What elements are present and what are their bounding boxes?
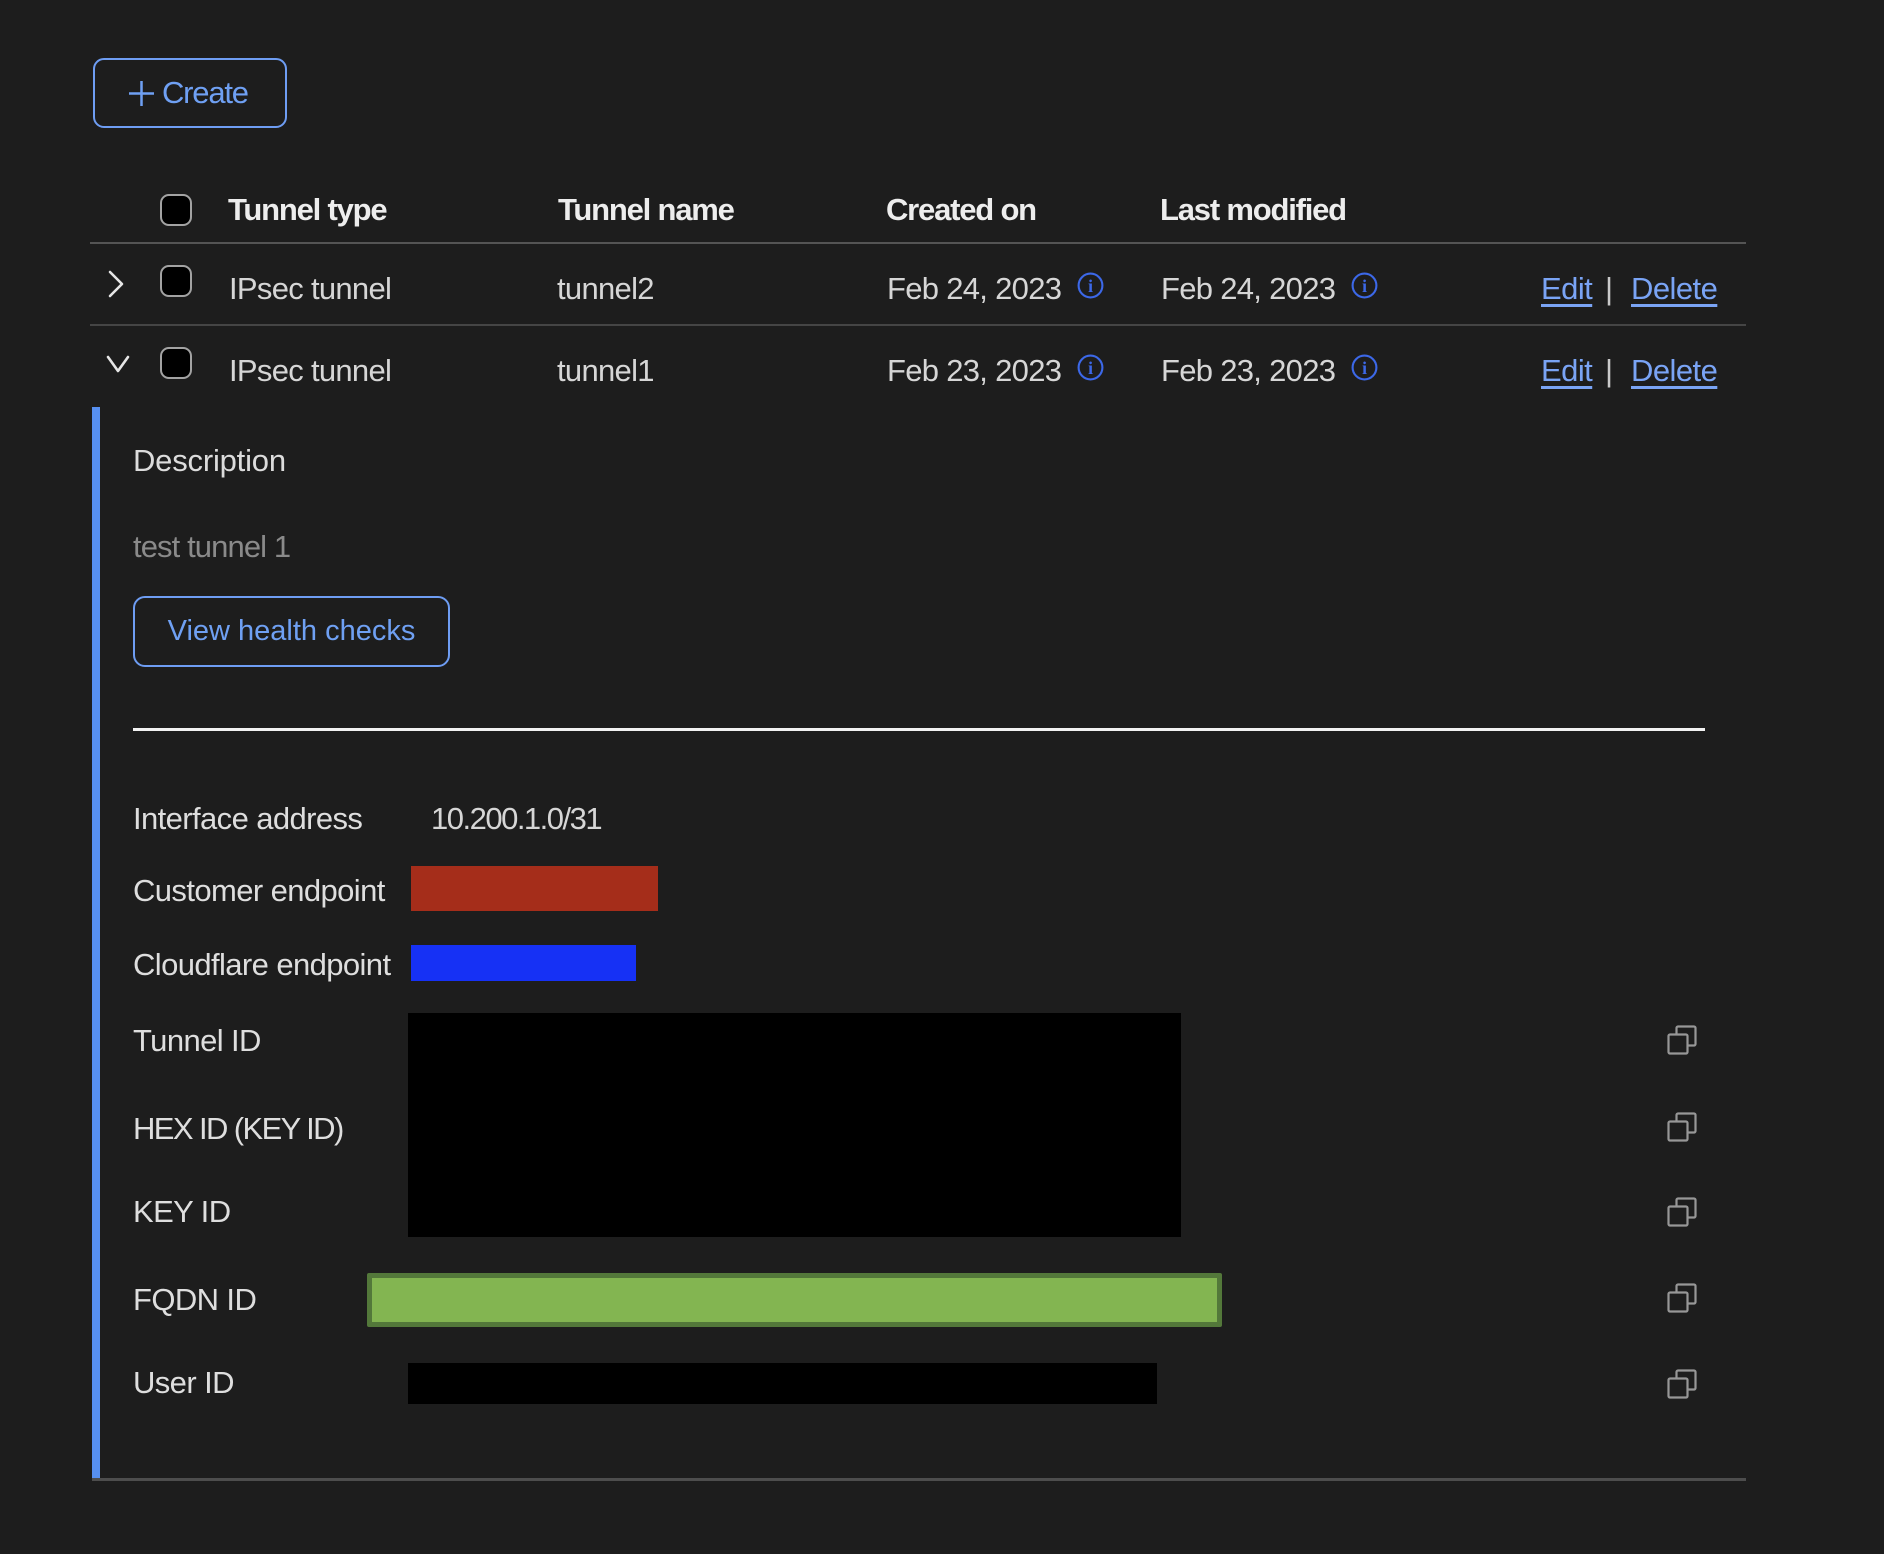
- svg-text:i: i: [1088, 358, 1093, 378]
- svg-text:i: i: [1088, 276, 1093, 296]
- svg-text:i: i: [1362, 358, 1367, 378]
- svg-text:i: i: [1362, 276, 1367, 296]
